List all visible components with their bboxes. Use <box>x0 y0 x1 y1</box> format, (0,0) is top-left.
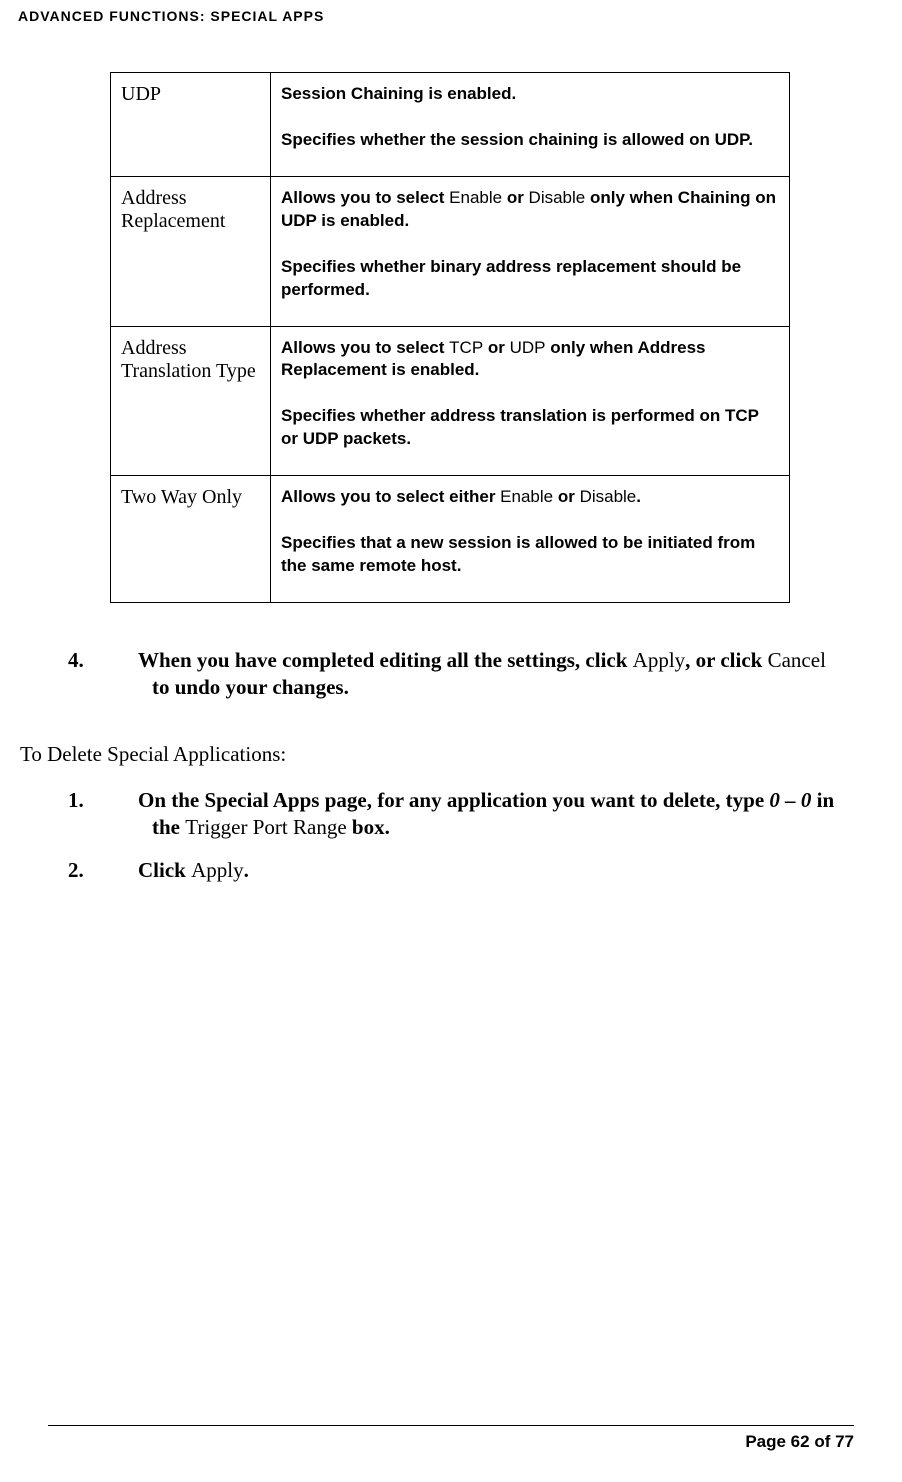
desc-paragraph: Specifies that a new session is allowed … <box>281 532 779 578</box>
table-row: Address Replacement Allows you to select… <box>111 176 790 326</box>
footer-divider <box>48 1425 854 1426</box>
setting-label: Address Replacement <box>111 176 271 326</box>
setting-label: Two Way Only <box>111 476 271 603</box>
step-number: 1. <box>110 787 138 814</box>
list-item: 4.When you have completed editing all th… <box>110 647 842 702</box>
page-header: ADVANCED FUNCTIONS: SPECIAL APPS <box>0 0 902 24</box>
page-footer: Page 62 of 77 <box>48 1425 854 1452</box>
text-span: Cancel <box>768 648 826 672</box>
text-span: TCP <box>449 338 483 357</box>
setting-label: UDP <box>111 73 271 177</box>
text-span: Click <box>138 858 191 882</box>
text-span: or <box>483 338 509 357</box>
step-4: 4.When you have completed editing all th… <box>50 647 842 702</box>
text-span: Allows you to select either <box>281 487 500 506</box>
text-span: Apply <box>633 648 686 672</box>
text-span: or <box>502 188 528 207</box>
desc-paragraph: Allows you to select either Enable or Di… <box>281 486 779 509</box>
settings-table: UDP Session Chaining is enabled. Specifi… <box>110 72 790 603</box>
desc-paragraph: Session Chaining is enabled. <box>281 83 779 106</box>
page-number: Page 62 of 77 <box>48 1432 854 1452</box>
text-span: UDP <box>510 338 546 357</box>
text-span: box. <box>347 815 390 839</box>
setting-description: Allows you to select Enable or Disable o… <box>271 176 790 326</box>
desc-paragraph: Specifies whether address translation is… <box>281 405 779 451</box>
table-row: UDP Session Chaining is enabled. Specifi… <box>111 73 790 177</box>
setting-description: Session Chaining is enabled. Specifies w… <box>271 73 790 177</box>
text-span: Allows you to select <box>281 188 449 207</box>
list-item: 2.Click Apply. <box>110 857 842 884</box>
setting-description: Allows you to select TCP or UDP only whe… <box>271 326 790 476</box>
text-span: Apply <box>191 858 244 882</box>
text-span: When you have completed editing all the … <box>138 648 633 672</box>
desc-paragraph: Specifies whether binary address replace… <box>281 256 779 302</box>
text-span: Enable <box>500 487 553 506</box>
text-span: Disable <box>580 487 637 506</box>
text-span: . <box>636 487 641 506</box>
text-span: Trigger Port Range <box>185 815 346 839</box>
text-span: or <box>553 487 579 506</box>
text-span: Enable <box>449 188 502 207</box>
text-span: On the Special Apps page, for any applic… <box>138 788 769 812</box>
delete-heading: To Delete Special Applications: <box>20 742 842 767</box>
setting-description: Allows you to select either Enable or Di… <box>271 476 790 603</box>
table-row: Two Way Only Allows you to select either… <box>111 476 790 603</box>
text-span: Disable <box>529 188 586 207</box>
desc-paragraph: Allows you to select TCP or UDP only whe… <box>281 337 779 383</box>
desc-paragraph: Specifies whether the session chaining i… <box>281 129 779 152</box>
step-number: 4. <box>110 647 138 674</box>
text-span: to undo your changes. <box>152 675 349 699</box>
page-content: UDP Session Chaining is enabled. Specifi… <box>0 72 902 884</box>
step-number: 2. <box>110 857 138 884</box>
list-item: 1.On the Special Apps page, for any appl… <box>110 787 842 842</box>
delete-steps: 1.On the Special Apps page, for any appl… <box>110 787 842 885</box>
text-span: Allows you to select <box>281 338 449 357</box>
desc-paragraph: Allows you to select Enable or Disable o… <box>281 187 779 233</box>
text-span: . <box>244 858 249 882</box>
setting-label: Address Translation Type <box>111 326 271 476</box>
table-row: Address Translation Type Allows you to s… <box>111 326 790 476</box>
text-span: , or click <box>685 648 767 672</box>
text-span: 0 – 0 <box>769 788 811 812</box>
